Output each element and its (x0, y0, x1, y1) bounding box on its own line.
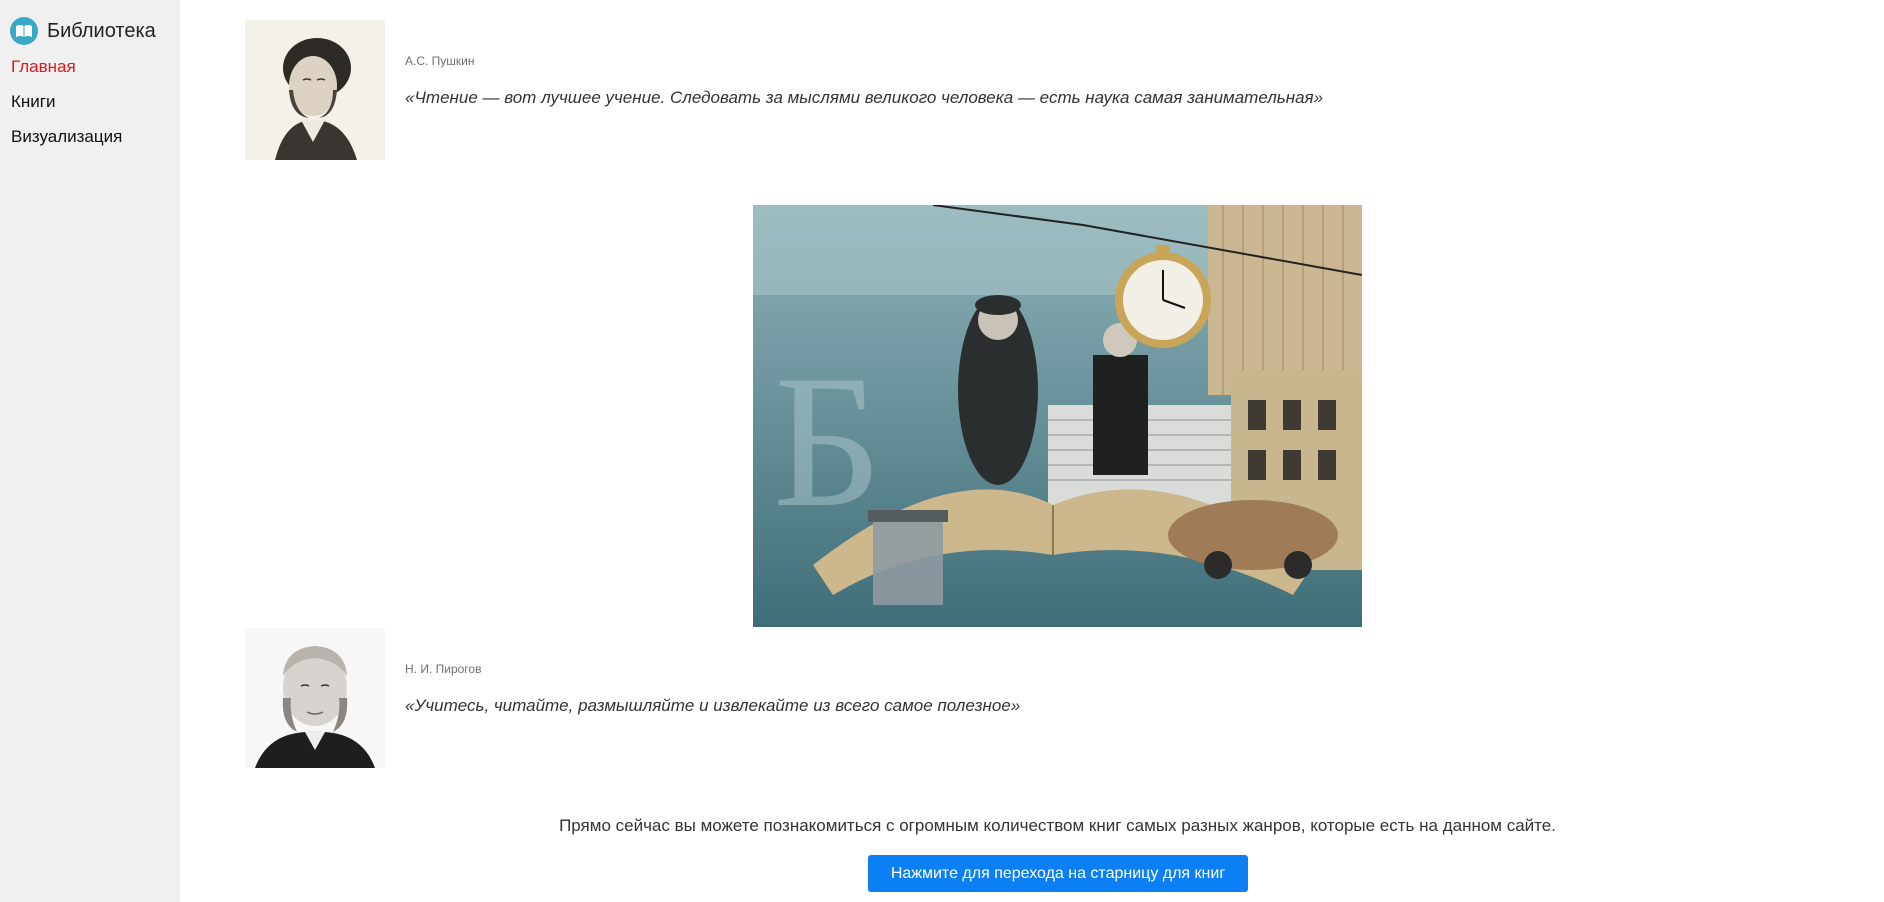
sidebar: Библиотека Главная Книги Визуализация (0, 0, 180, 902)
brand[interactable]: Библиотека (10, 17, 156, 45)
sidebar-nav: Главная Книги Визуализация (11, 56, 122, 161)
quote-text: «Чтение — вот лучшее учение. Следовать з… (405, 88, 1324, 107)
go-to-books-button[interactable]: Нажмите для перехода на старницу для кни… (868, 855, 1248, 892)
library-collage-image: Б (753, 205, 1362, 627)
quote-author: А.С. Пушкин (405, 54, 475, 68)
book-icon (10, 17, 38, 45)
pushkin-portrait (245, 20, 385, 160)
sidebar-item-home[interactable]: Главная (11, 56, 122, 91)
svg-text:Б: Б (773, 337, 882, 547)
quote-text: «Учитесь, читайте, размышляйте и извлека… (405, 696, 1021, 715)
pirogov-portrait (245, 628, 385, 768)
sidebar-item-visualization[interactable]: Визуализация (11, 126, 122, 161)
brand-title: Библиотека (47, 19, 156, 42)
promo-text: Прямо сейчас вы можете познакомиться с о… (559, 816, 1556, 835)
quote-author: Н. И. Пирогов (405, 662, 482, 676)
sidebar-item-books[interactable]: Книги (11, 91, 122, 126)
